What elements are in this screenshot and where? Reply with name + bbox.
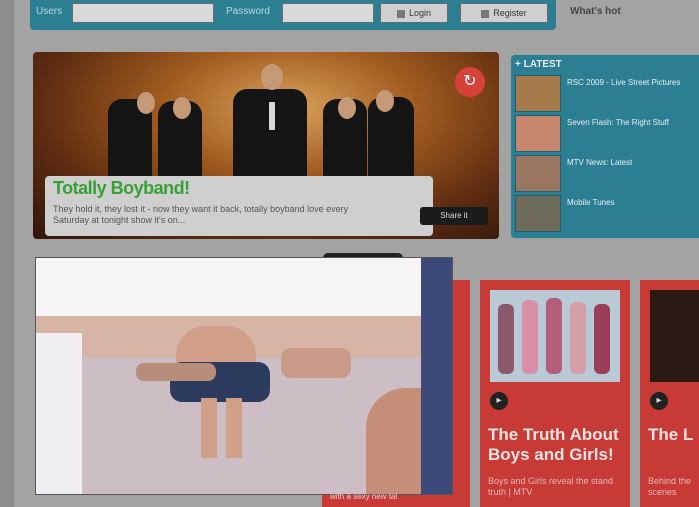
head-1 [137, 92, 155, 114]
hero-caption: Totally Boyband! They hold it, they lost… [45, 176, 433, 236]
card-photo [650, 290, 699, 382]
card-description: Behind the scenes [648, 476, 692, 497]
video-person-foreground-shirt [421, 258, 452, 494]
latest-item[interactable]: MTV News: Latest [515, 155, 695, 192]
latest-thumbnail [515, 75, 561, 112]
refresh-icon[interactable]: ↻ [455, 67, 485, 97]
video-chair [36, 333, 82, 494]
video-person-background [281, 348, 351, 378]
latest-item-text: Seven Flash: The Right Stuff [567, 118, 669, 127]
register-button[interactable]: Register [460, 3, 548, 23]
head-2 [173, 97, 191, 119]
latest-thumbnail [515, 195, 561, 232]
video-sky [36, 258, 452, 318]
card-title[interactable]: The Truth About Boys and Girls! [488, 425, 626, 465]
password-input[interactable] [282, 3, 374, 23]
shirt-3 [269, 102, 275, 130]
play-icon[interactable]: ▸ [490, 392, 508, 410]
register-icon [481, 9, 490, 18]
hero-description: They hold it, they lost it - now they wa… [53, 204, 349, 225]
login-button-label: Login [408, 8, 432, 18]
latest-thumbnail [515, 155, 561, 192]
hero-title[interactable]: Totally Boyband! [53, 178, 190, 199]
register-button-label: Register [493, 8, 527, 18]
head-3 [261, 64, 283, 90]
video-player[interactable] [35, 257, 453, 495]
latest-item-text: RSC 2009 - Live Street Pictures [567, 78, 681, 87]
video-caption: with a sexy new tal [330, 492, 398, 501]
login-button[interactable]: Login [380, 3, 448, 23]
card-back[interactable]: ▸ The L Back Behind the scenes [640, 280, 699, 507]
card-photo [490, 290, 620, 382]
video-person-leg [226, 398, 242, 458]
whats-hot-link[interactable]: What's hot [570, 6, 621, 17]
latest-item[interactable]: Mobile Tunes [515, 195, 695, 232]
video-person-leg [201, 398, 217, 458]
latest-thumbnail [515, 115, 561, 152]
card-title[interactable]: The L Back [648, 425, 698, 445]
latest-item-text: MTV News: Latest [567, 158, 633, 167]
head-4 [338, 97, 356, 119]
video-person-lying [136, 363, 216, 381]
latest-item[interactable]: Seven Flash: The Right Stuff [515, 115, 695, 152]
login-bar: Users Password Login Register [30, 0, 556, 30]
play-icon[interactable]: ▸ [650, 392, 668, 410]
share-button[interactable]: Share it [420, 207, 488, 225]
card-description: Boys and Girls reveal the stand truth | … [488, 476, 614, 497]
password-label: Password [226, 6, 270, 17]
latest-item-text: Mobile Tunes [567, 198, 615, 207]
head-5 [376, 90, 394, 112]
username-input[interactable] [72, 3, 214, 23]
latest-panel: + LATEST RSC 2009 - Live Street Pictures… [511, 55, 699, 238]
login-icon [396, 9, 405, 18]
latest-heading: + LATEST [515, 59, 562, 70]
username-label: Users [36, 6, 63, 17]
latest-item[interactable]: RSC 2009 - Live Street Pictures [515, 75, 695, 112]
left-edge [0, 0, 14, 507]
card-truth[interactable]: ▸ The Truth About Boys and Girls! Boys a… [480, 280, 630, 507]
